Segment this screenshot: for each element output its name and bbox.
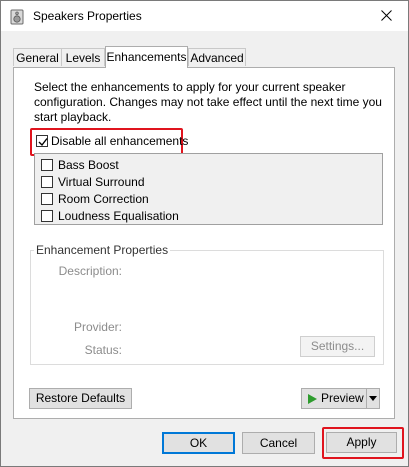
apply-button[interactable]: Apply xyxy=(326,432,397,453)
preview-label: Preview xyxy=(321,391,364,405)
restore-defaults-button[interactable]: Restore Defaults xyxy=(29,388,132,409)
intro-text: Select the enhancements to apply for you… xyxy=(34,80,382,124)
tab-enhancements[interactable]: Enhancements xyxy=(105,46,188,68)
close-icon xyxy=(381,10,392,21)
bass-boost-checkbox[interactable] xyxy=(41,159,53,171)
enhancement-list: Bass Boost Virtual Surround Room Correct… xyxy=(34,153,383,225)
disable-all-checkbox[interactable] xyxy=(36,135,48,147)
status-label: Status: xyxy=(84,343,122,357)
enhancements-panel: Select the enhancements to apply for you… xyxy=(13,67,395,419)
preview-dropdown-button[interactable] xyxy=(366,388,380,409)
enhancement-properties-title: Enhancement Properties xyxy=(34,243,171,257)
bass-boost-label[interactable]: Bass Boost xyxy=(58,158,119,172)
virtual-surround-label[interactable]: Virtual Surround xyxy=(58,175,145,189)
tab-general[interactable]: General xyxy=(13,48,62,66)
description-label: Description: xyxy=(58,264,122,278)
dropdown-arrow-icon xyxy=(369,396,377,401)
virtual-surround-checkbox[interactable] xyxy=(41,176,53,188)
checkmark-icon xyxy=(38,138,48,147)
loudness-equalisation-label[interactable]: Loudness Equalisation xyxy=(58,209,179,223)
close-button[interactable] xyxy=(367,1,407,31)
settings-button[interactable]: Settings... xyxy=(300,336,375,357)
loudness-equalisation-checkbox[interactable] xyxy=(41,210,53,222)
disable-all-label[interactable]: Disable all enhancements xyxy=(51,134,188,148)
cancel-button[interactable]: Cancel xyxy=(242,432,315,454)
room-correction-checkbox[interactable] xyxy=(41,193,53,205)
title-bar: Speakers Properties xyxy=(1,1,408,31)
window-title: Speakers Properties xyxy=(33,9,142,23)
room-correction-label[interactable]: Room Correction xyxy=(58,192,149,206)
tab-advanced[interactable]: Advanced xyxy=(188,48,246,66)
tab-levels[interactable]: Levels xyxy=(61,48,105,66)
speaker-icon xyxy=(10,9,24,25)
provider-label: Provider: xyxy=(73,320,122,334)
play-icon xyxy=(308,394,317,404)
speakers-properties-window: Speakers Properties General Levels Enhan… xyxy=(0,0,409,467)
preview-button[interactable]: Preview xyxy=(301,388,367,409)
ok-button[interactable]: OK xyxy=(162,432,235,454)
